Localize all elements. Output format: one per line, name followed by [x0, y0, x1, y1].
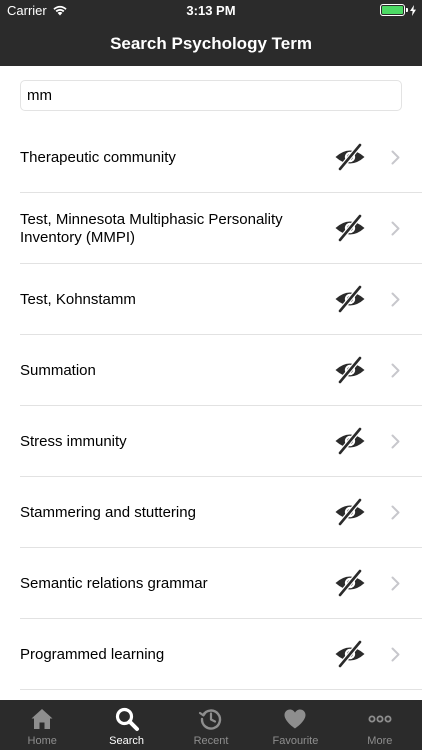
list-item[interactable]: Summation: [0, 335, 422, 406]
tab-bar: Home Search Recent Favourite More: [0, 700, 422, 750]
eye-off-icon[interactable]: [334, 356, 366, 384]
chevron-right-icon: [391, 576, 400, 591]
chevron-right-icon: [391, 221, 400, 236]
eye-off-icon[interactable]: [334, 498, 366, 526]
tab-recent-label: Recent: [193, 735, 229, 747]
eye-off-icon[interactable]: [334, 214, 366, 242]
list-item[interactable]: Therapeutic community: [0, 122, 422, 193]
eye-off-icon[interactable]: [334, 569, 366, 597]
tab-home[interactable]: Home: [0, 700, 84, 750]
chevron-right-icon: [391, 647, 400, 662]
eye-off-icon[interactable]: [334, 285, 366, 313]
list-item-label: Programmed learning: [20, 645, 165, 663]
list-item[interactable]: Programmed learning: [0, 619, 422, 690]
search-input[interactable]: [21, 81, 401, 110]
navigation-header: Carrier 3:13 PM Search Psychology Term: [0, 0, 422, 66]
home-icon: [31, 709, 53, 729]
list-item[interactable]: Test, Minnesota Multiphasic Personality …: [0, 193, 422, 264]
history-icon: [198, 709, 222, 730]
search-icon: [115, 707, 139, 731]
tab-more-label: More: [367, 735, 393, 747]
tab-more[interactable]: More: [338, 700, 422, 750]
list-item-label: Summation: [20, 361, 96, 379]
search-field[interactable]: [20, 80, 402, 111]
list-item[interactable]: Test, Kohnstamm: [0, 264, 422, 335]
list-item-label: Semantic relations grammar: [20, 574, 208, 592]
tab-search[interactable]: Search: [84, 700, 168, 750]
tab-recent[interactable]: Recent: [169, 700, 253, 750]
chevron-right-icon: [391, 363, 400, 378]
status-bar: Carrier 3:13 PM: [0, 0, 422, 22]
list-item-label: Stammering and stuttering: [20, 503, 196, 521]
eye-off-icon[interactable]: [334, 143, 366, 171]
more-icon: [368, 715, 392, 723]
list-item[interactable]: Stress immunity: [0, 406, 422, 477]
status-time: 3:13 PM: [186, 3, 236, 18]
tab-favourite[interactable]: Favourite: [253, 700, 337, 750]
list-item[interactable]: Semantic relations grammar: [0, 548, 422, 619]
eye-off-icon[interactable]: [334, 640, 366, 668]
results-list: Therapeutic community Test, Minnesota Mu…: [0, 122, 422, 690]
page-title: Search Psychology Term: [110, 34, 312, 53]
list-item-label: Stress immunity: [20, 432, 127, 450]
tab-favourite-label: Favourite: [272, 735, 319, 747]
chevron-right-icon: [391, 292, 400, 307]
heart-icon: [284, 709, 306, 729]
charging-bolt-icon: [410, 4, 416, 16]
tab-home-label: Home: [27, 735, 57, 747]
tab-search-label: Search: [109, 735, 145, 747]
battery-icon: [380, 4, 405, 16]
list-item-label: Test, Minnesota Multiphasic Personality …: [20, 210, 283, 246]
eye-off-icon[interactable]: [334, 427, 366, 455]
chevron-right-icon: [391, 150, 400, 165]
chevron-right-icon: [391, 505, 400, 520]
battery-indicator: [380, 4, 416, 16]
list-item[interactable]: Stammering and stuttering: [0, 477, 422, 548]
list-item-label: Test, Kohnstamm: [20, 290, 136, 308]
list-item-label: Therapeutic community: [20, 148, 176, 166]
chevron-right-icon: [391, 434, 400, 449]
